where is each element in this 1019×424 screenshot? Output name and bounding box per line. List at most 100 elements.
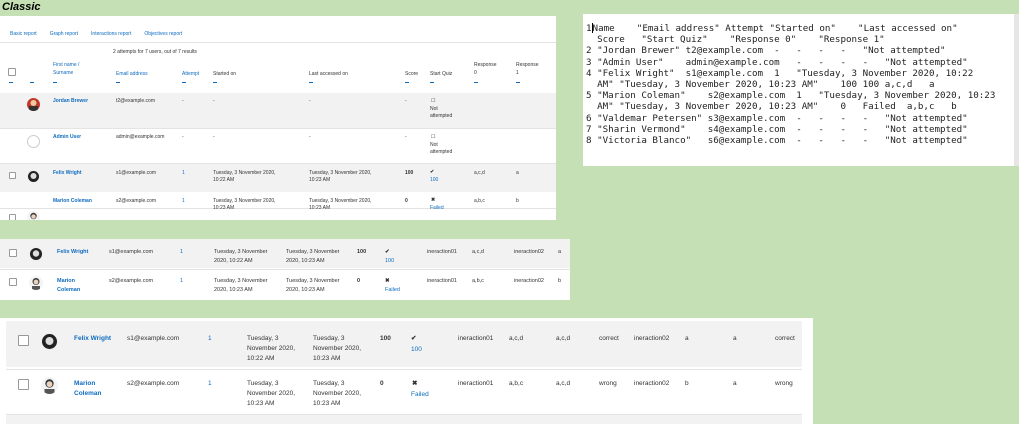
collapse-dash[interactable] bbox=[309, 82, 313, 83]
header-attempt[interactable]: Attempt bbox=[182, 71, 199, 78]
correct-2-cell: a bbox=[733, 380, 737, 387]
collapse-dash[interactable] bbox=[53, 82, 57, 83]
result-2-cell: wrong bbox=[775, 380, 793, 387]
row-divider bbox=[0, 128, 556, 129]
attempt-link[interactable]: 1 bbox=[208, 379, 212, 389]
row-checkbox[interactable] bbox=[18, 335, 29, 346]
status-link[interactable]: 100 bbox=[385, 257, 394, 265]
line-number bbox=[586, 34, 597, 45]
accessed-cell: November 2020, bbox=[313, 390, 362, 397]
interaction-1-cell: ineraction01 bbox=[427, 278, 457, 284]
row-checkbox[interactable] bbox=[9, 249, 17, 257]
select-all-checkbox[interactable] bbox=[8, 68, 16, 76]
started-cell: Tuesday, 3 bbox=[247, 380, 279, 387]
email-cell: admin@example.com bbox=[116, 134, 165, 140]
user-name-link[interactable]: Marion bbox=[57, 277, 75, 285]
started-cell: Tuesday, 3 November 2020, bbox=[213, 170, 276, 176]
collapse-dash[interactable] bbox=[430, 82, 434, 83]
user-name-link[interactable]: Marion Coleman bbox=[53, 198, 92, 205]
csv-line: Score "Start Quiz" "Response 0" "Respons… bbox=[586, 34, 995, 45]
check-icon: ✔ bbox=[430, 169, 435, 175]
status-cell: attempted bbox=[430, 149, 453, 155]
collapse-dash[interactable] bbox=[516, 82, 520, 83]
attempts-summary: 2 attempts for 7 users, out of 7 results bbox=[113, 49, 197, 55]
started-cell: November 2020, bbox=[247, 345, 296, 352]
collapse-dash[interactable] bbox=[116, 82, 120, 83]
accessed-cell: Tuesday, 3 bbox=[313, 380, 345, 387]
score-cell: - bbox=[405, 98, 407, 104]
user-name-link[interactable]: Marion bbox=[74, 379, 95, 389]
collapse-dash[interactable] bbox=[182, 82, 186, 83]
row-checkbox[interactable] bbox=[9, 278, 17, 286]
tab-graph-report[interactable]: Graph report bbox=[50, 31, 78, 37]
csv-line-text: "Marion Coleman" s2@example.com 1 "Tuesd… bbox=[597, 90, 996, 102]
accessed-cell: 10:23 AM bbox=[309, 205, 331, 211]
user-name-link[interactable]: Admin User bbox=[53, 134, 81, 141]
line-number: 6 bbox=[586, 112, 592, 124]
score-cell: 100 bbox=[357, 249, 367, 255]
user-name-link[interactable]: Jordan Brewer bbox=[53, 98, 88, 105]
header-surname[interactable]: Surname bbox=[53, 70, 73, 77]
line-number: 7 bbox=[586, 123, 592, 135]
csv-text[interactable]: 1Name "Email address" Attempt "Started o… bbox=[586, 23, 995, 146]
header-email[interactable]: Email address bbox=[116, 71, 148, 78]
status-link[interactable]: 100 bbox=[430, 177, 438, 184]
response-1-cell: a bbox=[516, 170, 519, 176]
csv-line-text: "Jordan Brewer" t2@example.com - - - - "… bbox=[597, 45, 946, 57]
score-cell: 0 bbox=[405, 198, 408, 204]
row-divider bbox=[0, 269, 570, 270]
status-link[interactable]: Failed bbox=[430, 205, 444, 212]
collapse-dash[interactable] bbox=[474, 82, 478, 83]
user-name-link[interactable]: Felix Wright bbox=[74, 334, 111, 344]
attempt-link[interactable]: 1 bbox=[182, 170, 185, 177]
response-2-cell: a bbox=[685, 335, 689, 342]
report-tabs: Basic report Graph report Interactions r… bbox=[10, 31, 182, 37]
user-name-link[interactable]: Coleman bbox=[74, 389, 101, 399]
response-0-cell: a,b,c bbox=[474, 198, 485, 204]
score-cell: 100 bbox=[405, 170, 414, 176]
accessed-cell: 10:23 AM bbox=[313, 355, 341, 362]
avatar bbox=[27, 170, 40, 183]
status-link[interactable]: 100 bbox=[411, 345, 422, 355]
started-cell: Tuesday, 3 November 2020, bbox=[213, 198, 276, 204]
interactions-report-panel-wide: Felix Wright s1@example.com 1 Tuesday, 3… bbox=[0, 318, 813, 424]
collapse-dash[interactable] bbox=[30, 82, 34, 83]
accessed-cell: Tuesday, 3 November bbox=[286, 278, 340, 284]
correct-1-cell: a,c,d bbox=[556, 335, 571, 342]
user-name-link[interactable]: Felix Wright bbox=[53, 170, 82, 177]
status-cell: Not bbox=[430, 106, 438, 112]
collapse-dash[interactable] bbox=[9, 82, 13, 83]
row-checkbox[interactable] bbox=[9, 214, 16, 220]
attempt-link[interactable]: 1 bbox=[180, 277, 183, 285]
row-divider bbox=[6, 369, 802, 370]
line-number: 3 bbox=[586, 56, 592, 68]
csv-line-text: "Valdemar Petersen" s3@example.com - - -… bbox=[597, 112, 968, 124]
accessed-cell: 2020, 10:23 AM bbox=[286, 287, 325, 293]
interaction-2-cell: ineraction02 bbox=[514, 278, 544, 284]
correct-1-cell: a,c,d bbox=[556, 380, 571, 387]
attempt-link[interactable]: 1 bbox=[180, 248, 183, 256]
line-number: 5 bbox=[586, 90, 592, 102]
tab-basic-report[interactable]: Basic report bbox=[10, 31, 37, 37]
collapse-dash[interactable] bbox=[213, 82, 217, 83]
status-link[interactable]: Failed bbox=[411, 390, 429, 400]
header-first-name[interactable]: First name / bbox=[53, 62, 79, 69]
user-name-link[interactable]: Felix Wright bbox=[57, 248, 88, 256]
scrollbar[interactable] bbox=[1014, 14, 1019, 166]
cross-icon: ✖ bbox=[431, 197, 436, 203]
row-checkbox[interactable] bbox=[18, 379, 29, 390]
user-name-link[interactable]: Coleman bbox=[57, 286, 80, 294]
tab-objectives-report[interactable]: Objectives report bbox=[144, 31, 182, 37]
table-row bbox=[6, 321, 802, 367]
classic-heading: Classic bbox=[2, 1, 41, 13]
collapse-dash[interactable] bbox=[405, 82, 409, 83]
header-response-0-num: 0 bbox=[474, 70, 477, 76]
avatar bbox=[41, 333, 58, 350]
tab-interactions-report[interactable]: Interactions report bbox=[91, 31, 131, 37]
attempt-link[interactable]: 1 bbox=[208, 334, 212, 344]
row-checkbox[interactable] bbox=[9, 172, 16, 179]
csv-export-editor[interactable]: 1Name "Email address" Attempt "Started o… bbox=[583, 14, 1019, 166]
started-cell: Tuesday, 3 bbox=[247, 335, 279, 342]
attempt-link[interactable]: 1 bbox=[182, 198, 185, 205]
status-link[interactable]: Failed bbox=[385, 286, 400, 294]
